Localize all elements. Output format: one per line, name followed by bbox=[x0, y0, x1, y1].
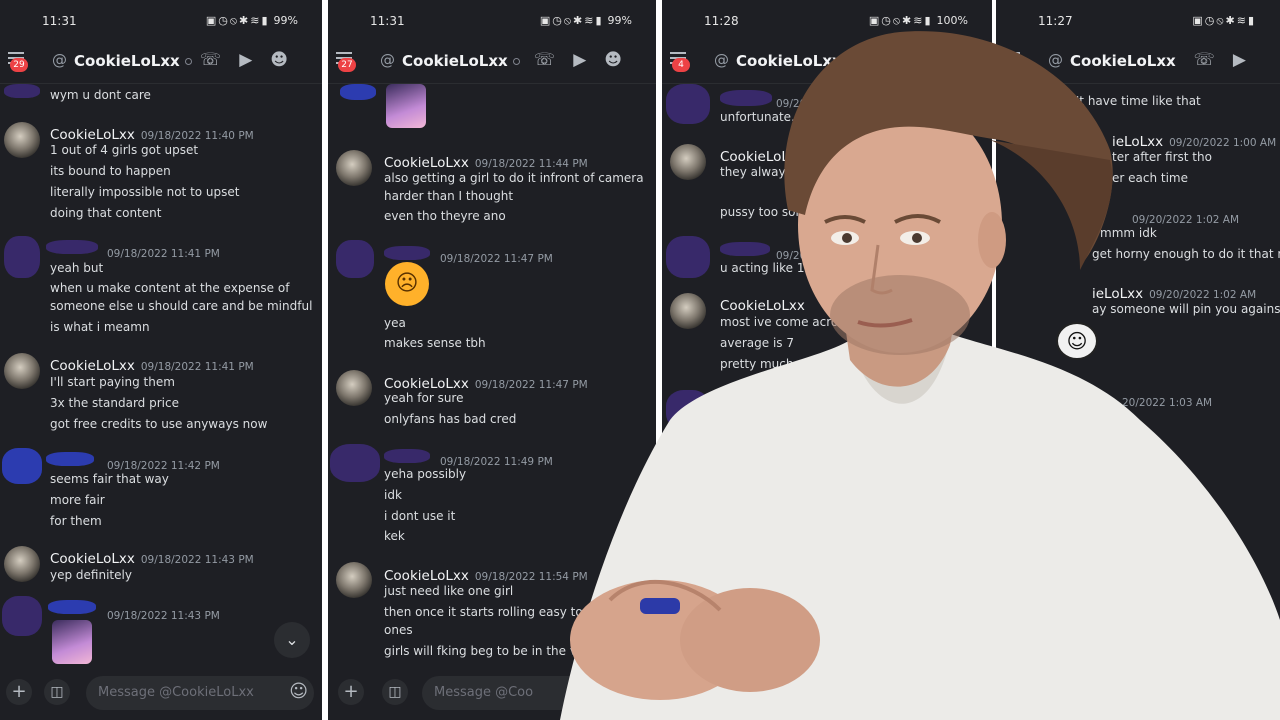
header-actions: ☏▶☻ bbox=[200, 50, 306, 70]
message-header: 09/18/2022 11:42 PM bbox=[101, 454, 220, 473]
message-composer: + ◫ Message @CookieLoLxx ☺ bbox=[0, 672, 322, 720]
message-text: yeha possibly bbox=[384, 467, 467, 481]
plus-icon[interactable]: + bbox=[6, 679, 32, 705]
anime-sticker bbox=[52, 620, 92, 664]
author-name[interactable]: CookieLoLxx bbox=[384, 155, 469, 171]
timestamp: 09/18/2022 11:43 PM bbox=[140, 554, 254, 566]
message-text: yep definitely bbox=[50, 568, 132, 582]
gift-icon[interactable]: ◫ bbox=[382, 679, 408, 705]
at-icon: @ bbox=[52, 51, 67, 69]
status-bar: 11:31 ▣◷⦸✱≋▮ 99% bbox=[0, 0, 322, 40]
author-name[interactable]: CookieLoLxx bbox=[50, 551, 135, 567]
message-text: for them bbox=[50, 514, 102, 528]
message-text: just need like one girl bbox=[384, 584, 514, 598]
status-dot bbox=[512, 58, 520, 65]
redacted-avatar bbox=[2, 596, 42, 636]
redacted-avatar bbox=[4, 236, 40, 278]
message-header: 09/18/2022 11:43 PM bbox=[101, 604, 220, 623]
redacted-name bbox=[384, 246, 430, 260]
battery-level: 99% bbox=[273, 14, 298, 27]
message-text: onlyfans has bad cred bbox=[384, 412, 517, 426]
redacted-name bbox=[46, 452, 94, 466]
contact-name[interactable]: CookieLoLxx bbox=[74, 52, 192, 70]
message-header: 09/18/2022 11:41 PM bbox=[101, 242, 220, 261]
at-icon: @ bbox=[380, 51, 395, 69]
call-icon[interactable]: ☏ bbox=[200, 50, 239, 70]
emoji-icon[interactable]: ☺ bbox=[289, 681, 308, 702]
message-text: doing that content bbox=[50, 206, 162, 220]
message-text: 3x the standard price bbox=[50, 396, 179, 410]
timestamp: 09/18/2022 11:41 PM bbox=[107, 248, 220, 260]
author-name[interactable]: CookieLoLxx bbox=[384, 568, 469, 584]
timestamp: 09/18/2022 11:41 PM bbox=[140, 361, 254, 373]
message-input[interactable]: Message @CookieLoLxx bbox=[86, 676, 314, 710]
unread-badge: 27 bbox=[338, 58, 356, 72]
message-list: wym u dont care CookieLoLxx 09/18/2022 11… bbox=[0, 84, 322, 672]
message-text: seems fair that way bbox=[50, 472, 169, 486]
redacted-avatar bbox=[2, 448, 42, 484]
redacted-avatar bbox=[4, 84, 40, 98]
anime-sticker bbox=[386, 84, 426, 128]
message-text: wym u dont care bbox=[50, 88, 151, 102]
message-text: I'll start paying them bbox=[50, 375, 175, 389]
status-icons: ▣◷⦸✱≋▮ 99% bbox=[205, 14, 298, 27]
author-name[interactable]: CookieLoLxx bbox=[384, 376, 469, 392]
message-text: harder than I thought bbox=[384, 189, 514, 203]
message-text: kek bbox=[384, 529, 405, 543]
status-time: 11:31 bbox=[370, 14, 405, 28]
message-text: someone else u should care and be mindfu… bbox=[50, 299, 313, 313]
message-text: when u make content at the expense of bbox=[50, 281, 290, 295]
message-text: idk bbox=[384, 488, 402, 502]
status-time: 11:31 bbox=[42, 14, 77, 28]
video-icon[interactable]: ▶ bbox=[239, 50, 270, 70]
avatar bbox=[336, 370, 372, 406]
message-text: literally impossible not to upset bbox=[50, 185, 240, 199]
chevron-down-icon[interactable]: ⌄ bbox=[274, 622, 310, 658]
timestamp: 09/18/2022 11:42 PM bbox=[107, 460, 220, 472]
author-name[interactable]: CookieLoLxx bbox=[50, 358, 135, 374]
timestamp: 09/18/2022 11:43 PM bbox=[107, 610, 220, 622]
author-name[interactable]: CookieLoLxx bbox=[50, 127, 135, 143]
message-text: got free credits to use anyways now bbox=[50, 417, 268, 431]
plus-icon[interactable]: + bbox=[338, 679, 364, 705]
avatar bbox=[4, 353, 40, 389]
message-text: yea bbox=[384, 316, 406, 330]
timestamp: 09/18/2022 11:40 PM bbox=[140, 130, 254, 142]
chat-screenshot-1: 11:31 ▣◷⦸✱≋▮ 99% 29 @ CookieLoLxx ☏▶☻ wym… bbox=[0, 0, 322, 720]
streamer-webcam-overlay bbox=[560, 31, 1280, 720]
message-text: its bound to happen bbox=[50, 164, 171, 178]
avatar bbox=[336, 562, 372, 598]
message-text: even tho theyre ano bbox=[384, 209, 506, 223]
message-text: 1 out of 4 girls got upset bbox=[50, 143, 199, 157]
gift-icon[interactable]: ◫ bbox=[44, 679, 70, 705]
message-text: makes sense tbh bbox=[384, 336, 486, 350]
members-icon[interactable]: ☻ bbox=[270, 50, 306, 70]
message-text: i dont use it bbox=[384, 509, 456, 523]
contact-name[interactable]: CookieLoLxx bbox=[402, 52, 520, 70]
status-dot bbox=[184, 58, 192, 65]
message-text: ones bbox=[384, 623, 413, 637]
message-text: is what i meamn bbox=[50, 320, 150, 334]
dm-header: 29 @ CookieLoLxx ☏▶☻ bbox=[0, 40, 322, 84]
message-text: more fair bbox=[50, 493, 105, 507]
redacted-name bbox=[46, 240, 98, 254]
redacted-name bbox=[384, 449, 430, 463]
message-header: CookieLoLxx 09/18/2022 11:43 PM bbox=[50, 548, 254, 567]
unread-badge: 29 bbox=[10, 58, 28, 72]
message-text: yeah for sure bbox=[384, 391, 464, 405]
message-header: CookieLoLxx 09/18/2022 11:40 PM bbox=[50, 124, 254, 143]
redacted-name bbox=[48, 600, 96, 614]
redacted-avatar bbox=[336, 240, 374, 278]
message-header: CookieLoLxx 09/18/2022 11:41 PM bbox=[50, 355, 254, 374]
redacted-avatar bbox=[330, 444, 380, 482]
avatar bbox=[4, 546, 40, 582]
redacted-avatar bbox=[340, 84, 376, 100]
avatar bbox=[4, 122, 40, 158]
frowning-face-emoji: ☹ bbox=[385, 262, 429, 306]
avatar bbox=[336, 150, 372, 186]
message-text: yeah but bbox=[50, 261, 104, 275]
